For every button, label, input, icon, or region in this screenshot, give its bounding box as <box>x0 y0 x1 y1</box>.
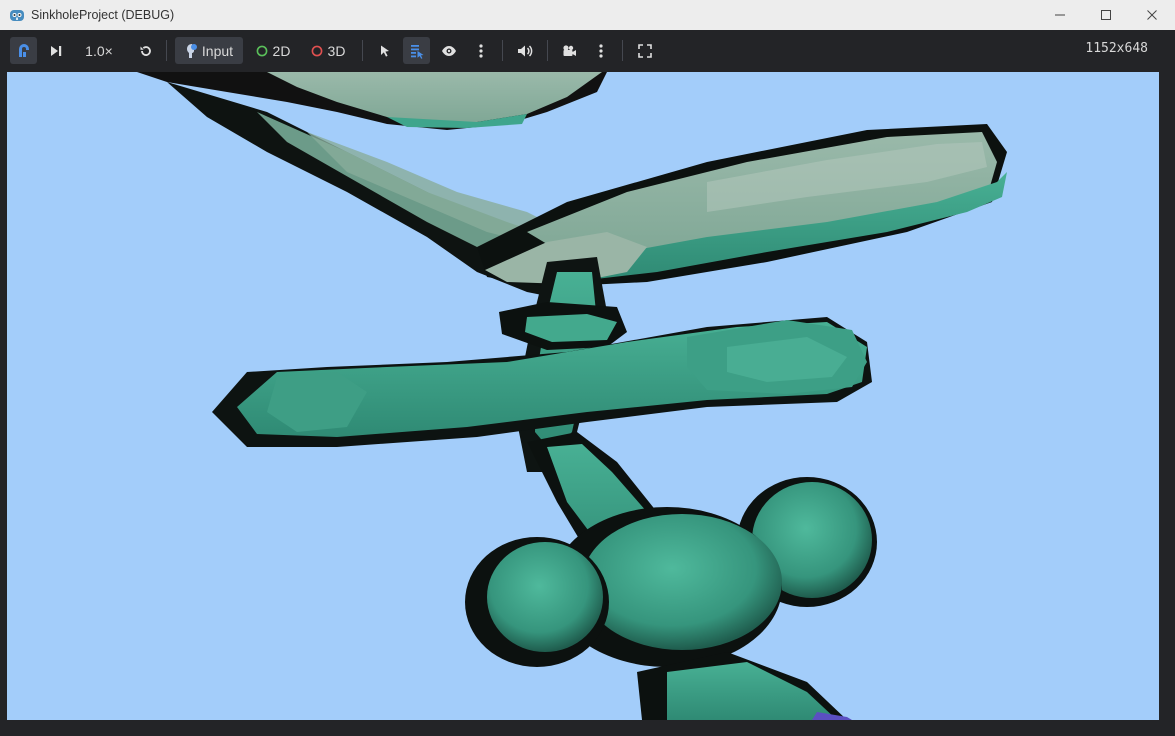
minimize-icon <box>1055 14 1065 16</box>
mode-3d-button[interactable]: 3D <box>305 37 351 64</box>
input-label: Input <box>201 42 234 59</box>
window-title: SinkholeProject (DEBUG) <box>31 8 175 22</box>
minimize-button[interactable] <box>1037 0 1083 30</box>
list-select-icon <box>410 44 423 59</box>
2d-toggle-icon <box>256 45 267 56</box>
lower-blob-mesh <box>465 477 877 720</box>
game-window: SinkholeProject (DEBUG) 1.0× Input 2D 3D… <box>0 0 1175 736</box>
game-viewport[interactable] <box>7 72 1159 720</box>
camera-button[interactable] <box>555 37 582 64</box>
list-select-button[interactable] <box>403 37 430 64</box>
close-button[interactable] <box>1129 0 1175 30</box>
right-frame <box>1159 72 1175 720</box>
speaker-icon <box>517 44 532 57</box>
reset-speed-icon <box>140 45 151 56</box>
resolution-label: 1152x648 <box>1085 41 1148 56</box>
fullscreen-icon <box>637 43 652 58</box>
input-icon <box>186 43 197 58</box>
kebab-menu-icon <box>479 43 483 58</box>
step-frame-icon <box>50 45 61 56</box>
select-icon <box>380 45 389 57</box>
maximize-button[interactable] <box>1083 0 1129 30</box>
godot-icon <box>10 10 24 21</box>
reset-speed-button[interactable] <box>132 37 159 64</box>
mode-3d-label: 3D <box>327 42 346 59</box>
speed-label[interactable]: 1.0× <box>78 37 120 64</box>
3d-toggle-icon <box>311 45 322 56</box>
step-frame-button[interactable] <box>42 37 69 64</box>
camera-icon <box>562 45 576 56</box>
select-mode-button[interactable] <box>371 37 398 64</box>
fullscreen-button[interactable] <box>631 37 658 64</box>
camera-override-button[interactable] <box>435 37 462 64</box>
game-toolbar: 1.0× Input 2D 3D 1152x648 <box>0 30 1175 70</box>
kebab-menu-icon <box>599 43 603 58</box>
title-bar[interactable]: SinkholeProject (DEBUG) <box>0 0 1175 30</box>
maximize-icon <box>1101 10 1111 20</box>
close-icon <box>1147 10 1157 20</box>
input-toggle-button[interactable]: Input <box>175 37 243 64</box>
mode-2d-button[interactable]: 2D <box>250 37 296 64</box>
mute-button[interactable] <box>511 37 538 64</box>
bottom-frame <box>0 720 1175 736</box>
view-options-menu-button[interactable] <box>468 37 494 64</box>
remote-debug-button[interactable] <box>10 37 37 64</box>
mode-2d-label: 2D <box>272 42 291 59</box>
camera-options-menu-button[interactable] <box>588 37 614 64</box>
remote-debug-icon <box>18 43 29 57</box>
eye-icon <box>441 45 456 56</box>
rendered-scene <box>137 72 1007 720</box>
